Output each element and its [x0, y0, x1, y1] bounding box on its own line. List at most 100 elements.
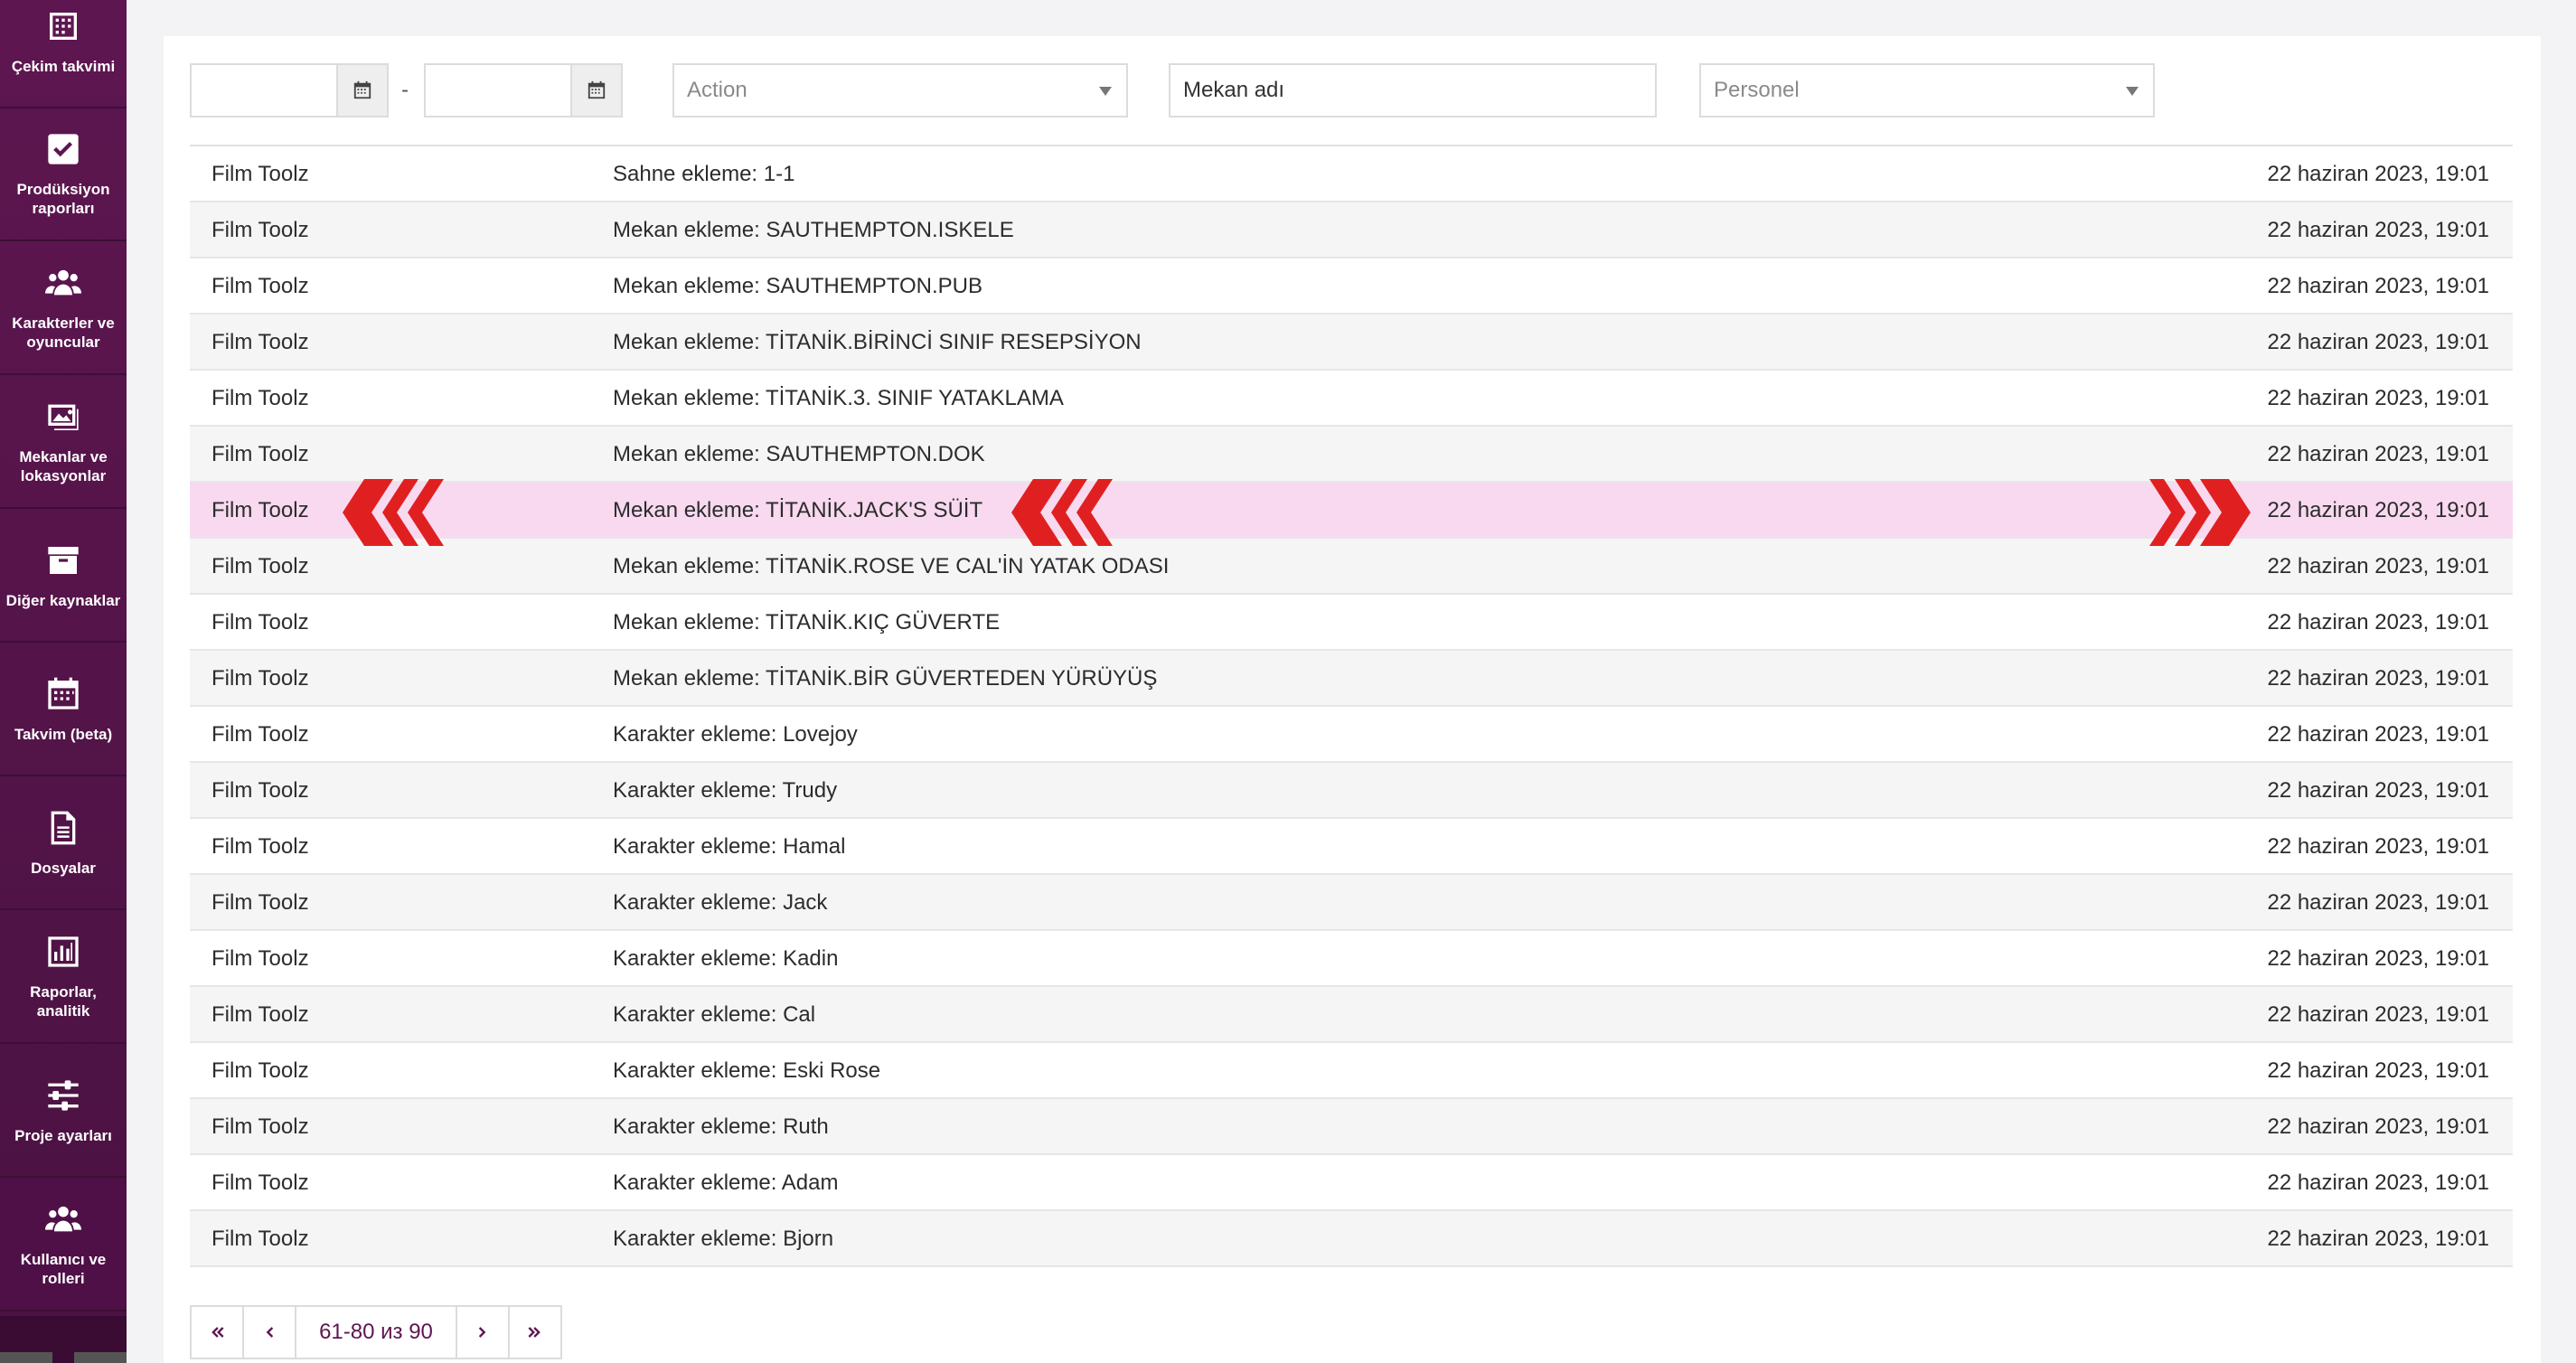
- user-cell: Film Toolz: [212, 1227, 309, 1251]
- next-page-button[interactable]: [457, 1307, 510, 1358]
- sidebar: Çekim takvimi Prodüksiyon raporları Kara…: [0, 0, 127, 1363]
- date-cell: 22 haziran 2023, 19:01: [2267, 330, 2489, 354]
- date-cell: 22 haziran 2023, 19:01: [2267, 610, 2489, 634]
- date-cell: 22 haziran 2023, 19:01: [2267, 890, 2489, 915]
- user-cell: Film Toolz: [212, 162, 309, 186]
- date-cell: 22 haziran 2023, 19:01: [2267, 1227, 2489, 1251]
- double-chevron-right-icon: [528, 1327, 541, 1338]
- user-cell: Film Toolz: [212, 666, 309, 691]
- action-cell: Mekan ekleme: SAUTHEMPTON.PUB: [613, 274, 982, 298]
- sidebar-item-shooting-schedule[interactable]: Çekim takvimi: [0, 0, 127, 108]
- sidebar-item-locations[interactable]: Mekanlar ve lokasyonlar: [0, 377, 127, 509]
- personnel-select[interactable]: Personel: [1699, 63, 2155, 118]
- calendar-icon: [353, 80, 371, 99]
- personnel-select-placeholder: Personel: [1714, 78, 1800, 102]
- table-row: Film Toolz Karakter ekleme: Eski Rose 22 h…: [190, 1043, 2513, 1099]
- sidebar-item-users-roles[interactable]: Kullanıcı ve rolleri: [0, 1180, 127, 1311]
- sidebar-item-reports-analytics[interactable]: Raporlar, analitik: [0, 912, 127, 1044]
- sidebar-item-files[interactable]: Dosyalar: [0, 778, 127, 910]
- sidebar-footer-tab[interactable]: [0, 1352, 52, 1363]
- date-cell: 22 haziran 2023, 19:01: [2267, 834, 2489, 859]
- sidebar-item-production-reports[interactable]: Prodüksiyon raporları: [0, 109, 127, 241]
- date-cell: 22 haziran 2023, 19:01: [2267, 386, 2489, 410]
- date-to-field[interactable]: [424, 63, 623, 118]
- last-page-button[interactable]: [510, 1307, 560, 1358]
- action-cell: Mekan ekleme: TİTANİK.BİRİNCİ SINIF RESE…: [613, 330, 1142, 354]
- sidebar-item-project-settings[interactable]: Proje ayarları: [0, 1046, 127, 1178]
- sidebar-item-label: Diğer kaynaklar: [5, 591, 121, 609]
- date-from-calendar-button[interactable]: [336, 65, 387, 116]
- table-row: Film Toolz Mekan ekleme: SAUTHEMPTON.ISKE…: [190, 202, 2513, 258]
- date-cell: 22 haziran 2023, 19:01: [2267, 218, 2489, 242]
- action-cell: Mekan ekleme: TİTANİK.BİR GÜVERTEDEN YÜR…: [613, 666, 1158, 691]
- table-row: Film Toolz Mekan ekleme: TİTANİK.BİRİNCİ …: [190, 315, 2513, 371]
- left-chevron-arrow-icon: [343, 479, 444, 546]
- left-chevron-arrow-icon: [1011, 479, 1113, 546]
- user-cell: Film Toolz: [212, 722, 309, 747]
- sidebar-item-label: Karakterler ve oyuncular: [12, 315, 115, 351]
- first-page-button[interactable]: [192, 1307, 244, 1358]
- action-cell: Karakter ekleme: Kadin: [613, 946, 839, 971]
- action-cell: Karakter ekleme: Cal: [613, 1002, 816, 1027]
- calendar-icon: [588, 80, 606, 99]
- user-cell: Film Toolz: [212, 1170, 309, 1195]
- action-cell: Sahne ekleme: 1-1: [613, 162, 795, 186]
- users-icon: [45, 1206, 81, 1232]
- date-cell: 22 haziran 2023, 19:01: [2267, 554, 2489, 578]
- date-from-input[interactable]: [192, 65, 336, 116]
- action-cell: Mekan ekleme: SAUTHEMPTON.DOK: [613, 442, 985, 466]
- image-icon: [48, 404, 79, 430]
- action-cell: Karakter ekleme: Jack: [613, 890, 828, 915]
- chevron-down-icon: [1099, 87, 1112, 96]
- action-cell: Karakter ekleme: Trudy: [613, 778, 838, 803]
- table-row: Film Toolz Karakter ekleme: Ruth 22 hazira…: [190, 1099, 2513, 1155]
- date-cell: 22 haziran 2023, 19:01: [2267, 498, 2489, 522]
- sidebar-item-label: Mekanlar ve lokasyonlar: [19, 448, 108, 484]
- date-cell: 22 haziran 2023, 19:01: [2267, 1114, 2489, 1139]
- location-name-input[interactable]: [1169, 63, 1657, 118]
- user-cell: Film Toolz: [212, 498, 309, 522]
- action-cell: Mekan ekleme: SAUTHEMPTON.ISKELE: [613, 218, 1014, 242]
- chevron-right-icon: [478, 1327, 486, 1338]
- sidebar-item-other-resources[interactable]: Diğer kaynaklar: [0, 511, 127, 643]
- date-from-field[interactable]: [190, 63, 389, 118]
- table-row: Film Toolz Karakter ekleme: Lovejoy 22 haz…: [190, 707, 2513, 763]
- user-cell: Film Toolz: [212, 554, 309, 578]
- sidebar-item-characters[interactable]: Karakterler ve oyuncular: [0, 243, 127, 375]
- chevron-down-icon: [2126, 87, 2139, 96]
- table-row: Film Toolz Mekan ekleme: TİTANİK.KIÇ GÜVE…: [190, 595, 2513, 651]
- checkbox-icon: [48, 134, 79, 164]
- sidebar-footer-tab[interactable]: [74, 1352, 127, 1363]
- action-cell: Karakter ekleme: Lovejoy: [613, 722, 858, 747]
- user-cell: Film Toolz: [212, 778, 309, 803]
- bar-chart-icon: [48, 936, 79, 967]
- sidebar-item-label: Çekim takvimi: [11, 57, 116, 75]
- action-cell: Karakter ekleme: Hamal: [613, 834, 846, 859]
- filter-bar: - Action Personel: [190, 63, 2513, 118]
- table-row: Film Toolz Karakter ekleme: Cal 22 haziran…: [190, 987, 2513, 1043]
- previous-page-button[interactable]: [244, 1307, 296, 1358]
- calendar-grid-icon: [50, 12, 77, 40]
- action-cell: Mekan ekleme: TİTANİK.3. SINIF YATAKLAMA: [613, 386, 1064, 410]
- user-cell: Film Toolz: [212, 218, 309, 242]
- user-cell: Film Toolz: [212, 442, 309, 466]
- date-range-separator: -: [401, 78, 409, 102]
- date-to-input[interactable]: [426, 65, 570, 116]
- table-row: Film Toolz Karakter ekleme: Trudy 22 hazir…: [190, 763, 2513, 819]
- table-row: Film Toolz Karakter ekleme: Hamal 22 hazir…: [190, 819, 2513, 875]
- user-cell: Film Toolz: [212, 386, 309, 410]
- chevron-left-icon: [266, 1327, 274, 1338]
- date-cell: 22 haziran 2023, 19:01: [2267, 946, 2489, 971]
- user-cell: Film Toolz: [212, 330, 309, 354]
- sidebar-item-calendar-beta[interactable]: Takvim (beta): [0, 644, 127, 776]
- user-cell: Film Toolz: [212, 610, 309, 634]
- page-range-label: 61-80 из 90: [296, 1307, 457, 1358]
- date-to-calendar-button[interactable]: [570, 65, 621, 116]
- table-row: Film Toolz Mekan ekleme: SAUTHEMPTON.PUB 2…: [190, 258, 2513, 315]
- table-row: Film Toolz Karakter ekleme: Jack 22 hazira…: [190, 875, 2513, 931]
- action-select[interactable]: Action: [672, 63, 1128, 118]
- archive-icon: [48, 546, 79, 574]
- table-row: Film Toolz Mekan ekleme: TİTANİK.BİR GÜVE…: [190, 651, 2513, 707]
- calendar-icon: [48, 677, 79, 710]
- date-cell: 22 haziran 2023, 19:01: [2267, 1170, 2489, 1195]
